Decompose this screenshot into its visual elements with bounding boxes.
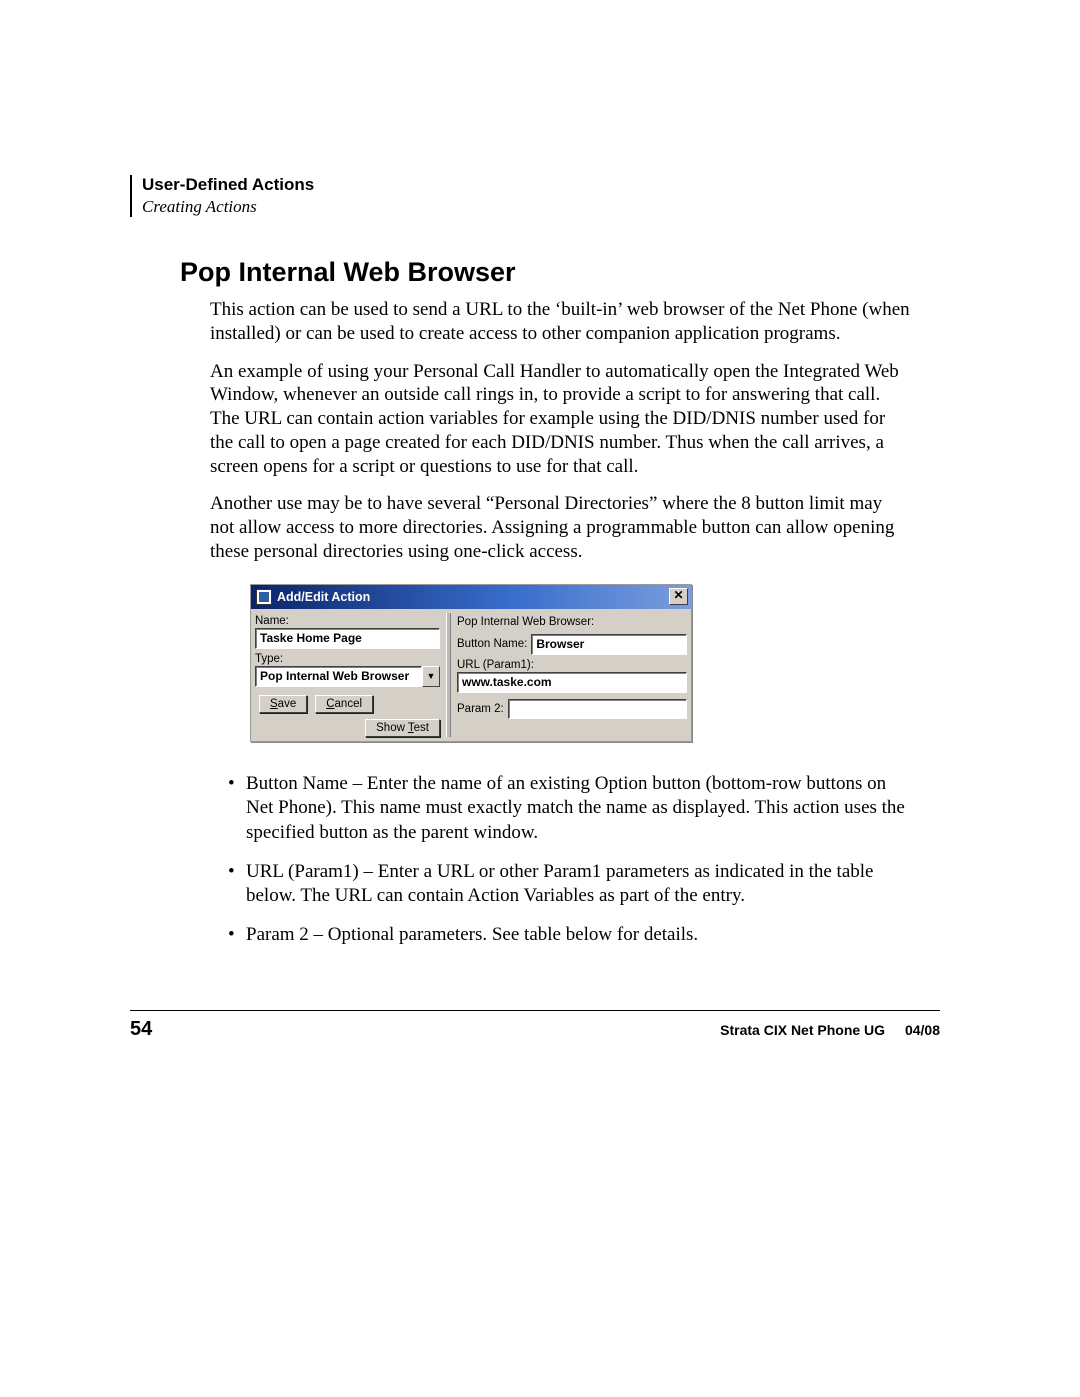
section-name: User-Defined Actions: [142, 175, 940, 195]
bullet-list: Button Name – Enter the name of an exist…: [210, 772, 910, 948]
name-label: Name:: [255, 615, 440, 627]
paragraph-3: Another use may be to have several “Pers…: [210, 492, 910, 563]
add-edit-action-dialog: Add/Edit Action ✕ Name: Taske Home Page …: [250, 584, 692, 742]
dialog-titlebar[interactable]: Add/Edit Action ✕: [251, 585, 691, 609]
url-label: URL (Param1):: [457, 659, 687, 671]
paragraph-2: An example of using your Personal Call H…: [210, 360, 910, 479]
body-text: This action can be used to send a URL to…: [210, 298, 910, 948]
save-button[interactable]: Save: [259, 695, 307, 713]
type-dropdown[interactable]: Pop Internal Web Browser ▼: [255, 666, 440, 687]
list-item: Param 2 – Optional parameters. See table…: [232, 923, 910, 948]
doc-date: 04/08: [905, 1022, 940, 1038]
page-content: User-Defined Actions Creating Actions Po…: [130, 175, 940, 962]
page-number: 54: [130, 1018, 152, 1041]
button-name-label: Button Name:: [457, 638, 527, 650]
param2-input[interactable]: [508, 699, 687, 719]
url-input[interactable]: www.taske.com: [457, 672, 687, 693]
type-value: Pop Internal Web Browser: [255, 666, 422, 687]
chevron-down-icon[interactable]: ▼: [422, 666, 440, 687]
show-test-button[interactable]: Show Test: [365, 719, 440, 737]
subsection-name: Creating Actions: [142, 197, 940, 217]
dialog-body: Name: Taske Home Page Type: Pop Internal…: [251, 609, 691, 741]
param2-label: Param 2:: [457, 703, 504, 715]
cancel-button[interactable]: Cancel: [315, 695, 373, 713]
type-label: Type:: [255, 653, 440, 665]
footer-right: Strata CIX Net Phone UG 04/08: [720, 1022, 940, 1038]
topic-title: Pop Internal Web Browser: [180, 257, 940, 288]
right-header: Pop Internal Web Browser:: [457, 616, 687, 628]
paragraph-1: This action can be used to send a URL to…: [210, 298, 910, 346]
page-footer: 54 Strata CIX Net Phone UG 04/08: [130, 1018, 940, 1041]
button-name-input[interactable]: Browser: [531, 634, 687, 655]
close-icon[interactable]: ✕: [669, 588, 688, 605]
dialog-icon: [256, 589, 272, 605]
dialog-title: Add/Edit Action: [277, 590, 370, 604]
list-item: Button Name – Enter the name of an exist…: [232, 772, 910, 846]
name-input[interactable]: Taske Home Page: [255, 628, 440, 649]
dialog-divider: [446, 613, 451, 737]
list-item: URL (Param1) – Enter a URL or other Para…: [232, 860, 910, 909]
page-header: User-Defined Actions Creating Actions: [130, 175, 940, 217]
footer-rule: [130, 1010, 940, 1011]
doc-title: Strata CIX Net Phone UG: [720, 1022, 885, 1038]
